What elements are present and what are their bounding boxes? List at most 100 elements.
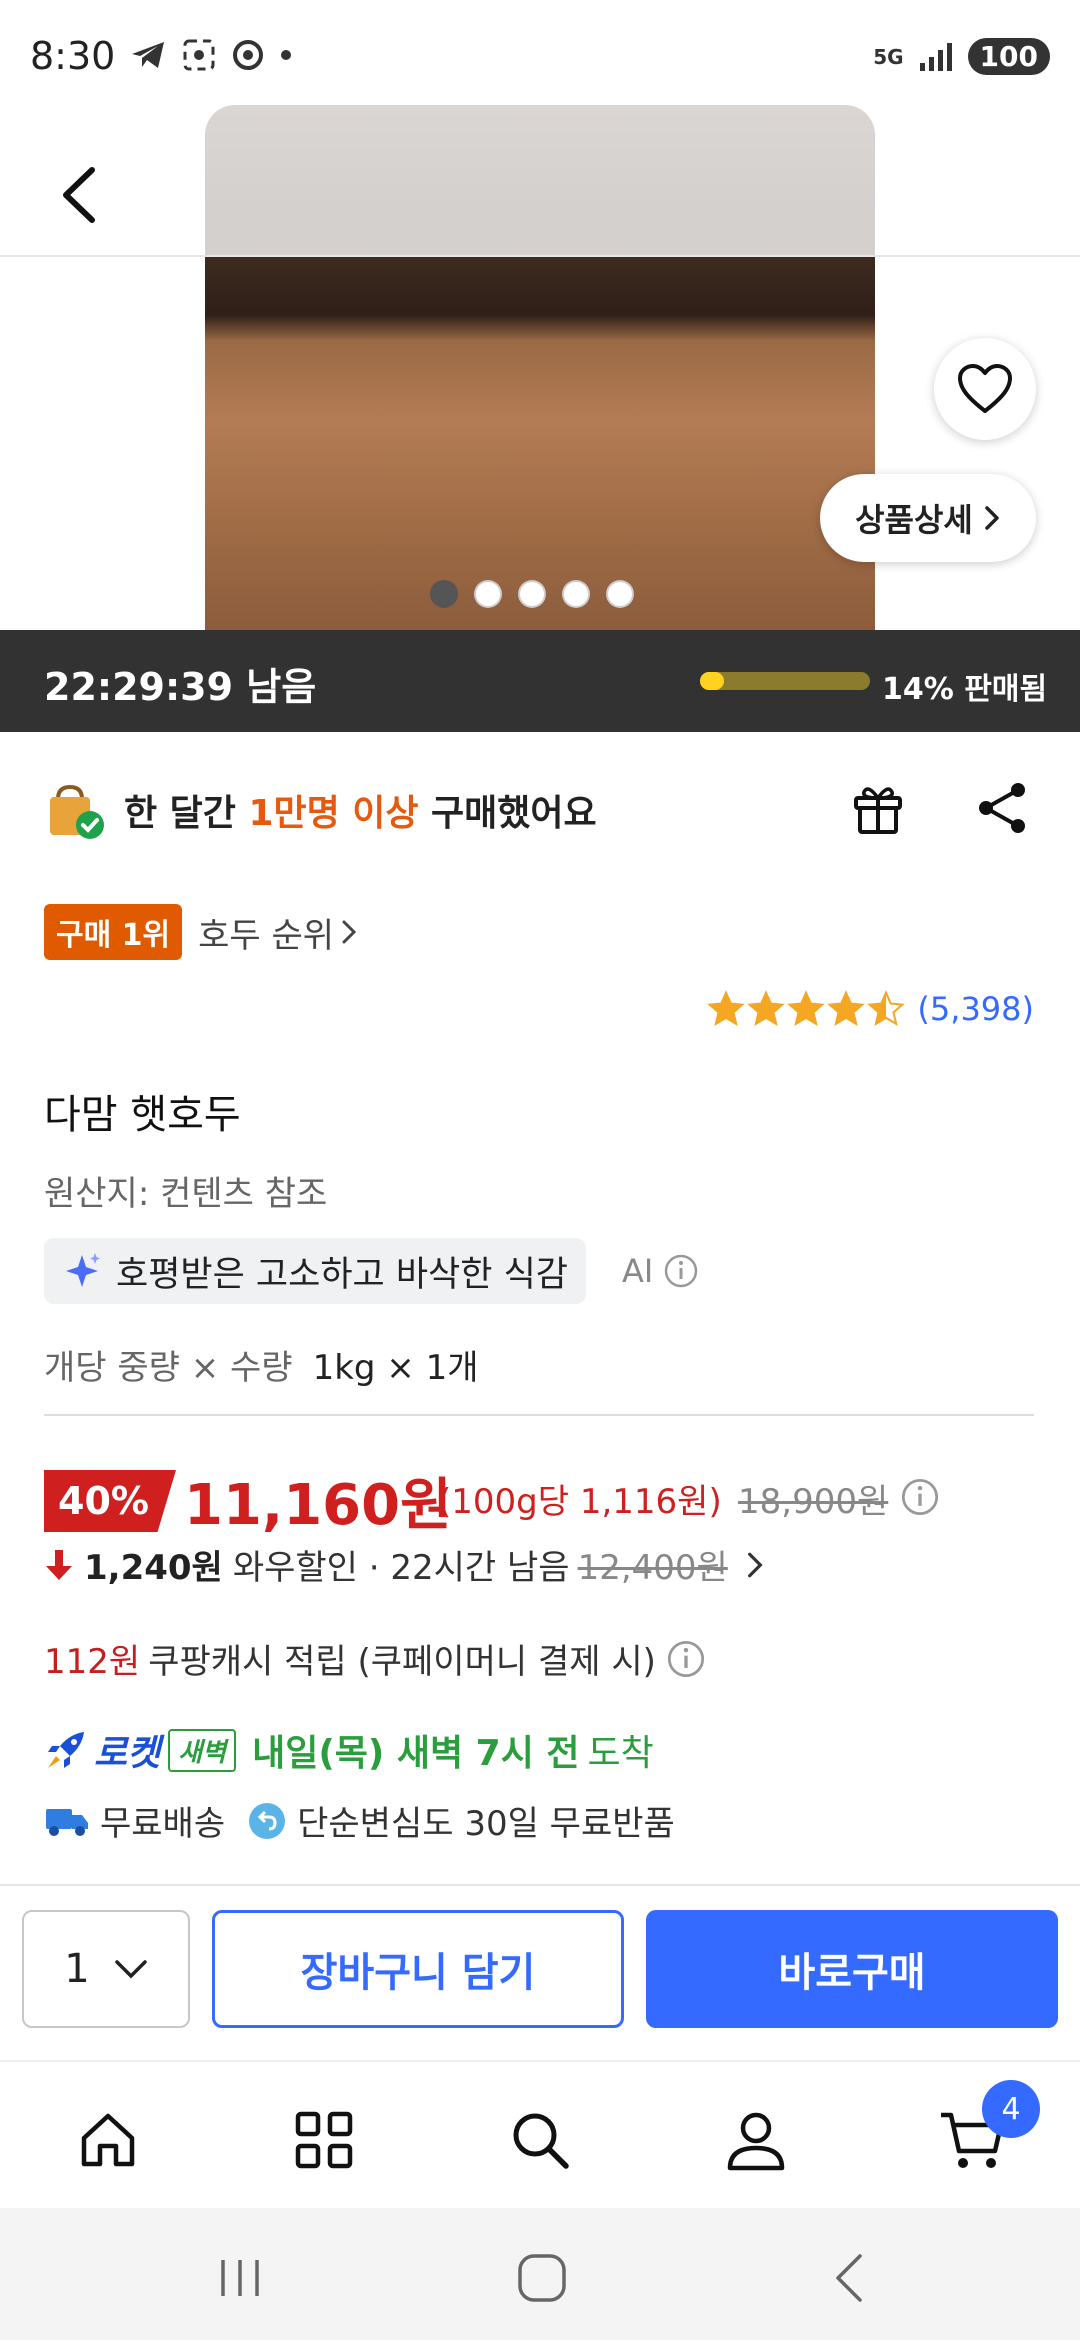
discount-badge: 40% bbox=[44, 1470, 176, 1532]
purchase-bar: 1 장바구니 담기 바로구매 bbox=[0, 1884, 1080, 2056]
buyers-highlight: 1만명 이상 bbox=[248, 793, 419, 834]
chevron-left-icon bbox=[63, 167, 95, 223]
status-bar: 8:30 5G 100 bbox=[0, 0, 1080, 120]
header-overlay bbox=[0, 105, 1080, 257]
gift-button[interactable] bbox=[848, 778, 908, 838]
back-arrow-icon bbox=[836, 2254, 862, 2302]
sale-price: 11,160원 bbox=[184, 1473, 452, 1538]
star-rating bbox=[707, 990, 906, 1028]
buy-now-button[interactable]: 바로구매 bbox=[646, 1910, 1058, 2028]
chrome-icon bbox=[233, 40, 263, 70]
grid-icon bbox=[295, 2111, 353, 2169]
rank-link-label: 호두 순위 bbox=[198, 915, 335, 956]
carousel-dot[interactable] bbox=[474, 580, 502, 608]
arrival-suffix: 도착 bbox=[587, 1733, 654, 1774]
chevron-down-icon bbox=[114, 1960, 147, 1979]
chevron-right-icon bbox=[342, 920, 357, 944]
arrival-time: 내일(목) 새벽 7시 전 bbox=[252, 1733, 580, 1774]
rocket-label: 로켓 bbox=[94, 1733, 161, 1774]
wow-discount-row[interactable]: 1,240원 와우할인 · 22시간 남음 12,400원 bbox=[44, 1540, 766, 1589]
wishlist-button[interactable] bbox=[934, 338, 1036, 440]
add-to-cart-button[interactable]: 장바구니 담기 bbox=[212, 1910, 624, 2028]
nav-home[interactable] bbox=[72, 2104, 144, 2176]
buyers-prefix: 한 달간 bbox=[124, 793, 249, 834]
network-type: 5G bbox=[873, 44, 904, 69]
star-icon bbox=[827, 990, 866, 1027]
bottom-navigation: 4 bbox=[0, 2060, 1080, 2208]
rating-row[interactable]: (5,398) bbox=[707, 990, 1034, 1028]
home-icon bbox=[81, 2113, 135, 2167]
original-price: 18,900원 bbox=[738, 1482, 889, 1522]
ai-info[interactable]: AI bbox=[622, 1252, 699, 1290]
star-icon bbox=[747, 990, 786, 1027]
recent-apps-button[interactable] bbox=[210, 2248, 270, 2308]
sold-progress-bar bbox=[700, 672, 870, 690]
rocket-delivery-row: 로켓 새벽 내일(목) 새벽 7시 전 도착 bbox=[44, 1724, 654, 1776]
wow-discount-text: 와우할인 · 22시간 남음 bbox=[232, 1548, 570, 1588]
nav-categories[interactable] bbox=[288, 2104, 360, 2176]
home-system-button[interactable] bbox=[512, 2248, 572, 2308]
product-title: 다맘 햇호두 bbox=[44, 1092, 241, 1138]
cash-reward-row: 112원 쿠팡캐시 적립 (쿠페이머니 결제 시) bbox=[44, 1634, 706, 1683]
carousel-dot[interactable] bbox=[606, 580, 634, 608]
carousel-dots bbox=[430, 580, 634, 608]
carousel-dot[interactable] bbox=[562, 580, 590, 608]
arrow-down-icon bbox=[46, 1549, 72, 1580]
cash-text: 쿠팡캐시 적립 (쿠페이머니 결제 시) bbox=[148, 1642, 656, 1682]
sold-progress-fill bbox=[700, 672, 724, 690]
option-value: 1kg × 1개 bbox=[312, 1348, 479, 1388]
nav-my-page[interactable] bbox=[720, 2104, 792, 2176]
rocket-icon bbox=[48, 1732, 84, 1768]
more-notifications-icon bbox=[281, 50, 291, 60]
rank-row: 구매 1위 호두 순위 bbox=[44, 904, 358, 960]
nav-search[interactable] bbox=[504, 2104, 576, 2176]
option-row: 개당 중량 × 수량 1kg × 1개 bbox=[44, 1340, 479, 1389]
quantity-value: 1 bbox=[64, 1946, 90, 1992]
carousel-dot[interactable] bbox=[518, 580, 546, 608]
signal-icon bbox=[919, 42, 952, 71]
heart-icon bbox=[958, 364, 1012, 413]
info-icon bbox=[901, 1478, 939, 1516]
info-icon bbox=[665, 1254, 698, 1288]
battery-level: 100 bbox=[967, 38, 1050, 75]
free-return-text: 단순변심도 30일 무료반품 bbox=[297, 1804, 675, 1844]
system-back-button[interactable] bbox=[820, 2248, 880, 2308]
sparkle-icon bbox=[66, 1253, 100, 1287]
product-detail-label: 상품상세 bbox=[855, 501, 973, 539]
share-icon bbox=[979, 783, 1025, 833]
star-icon bbox=[867, 990, 906, 1027]
ai-label: AI bbox=[622, 1252, 654, 1290]
carousel-dot[interactable] bbox=[430, 580, 458, 608]
info-icon[interactable] bbox=[666, 1639, 706, 1679]
rank-link[interactable]: 호두 순위 bbox=[198, 908, 358, 957]
shopping-bag-check-icon bbox=[50, 784, 104, 839]
home-square-icon bbox=[518, 2254, 566, 2302]
back-button[interactable] bbox=[52, 160, 112, 230]
star-icon bbox=[707, 990, 746, 1027]
truck-icon bbox=[46, 1808, 88, 1836]
wow-discount-amount: 1,240원 bbox=[84, 1548, 223, 1588]
chevron-right-icon bbox=[985, 506, 999, 530]
telegram-icon bbox=[132, 42, 164, 68]
chevron-right-icon bbox=[747, 1552, 763, 1577]
return-icon bbox=[249, 1802, 286, 1839]
status-time: 8:30 bbox=[30, 34, 116, 78]
ai-summary-text: 호평받은 고소하고 바삭한 식감 bbox=[116, 1254, 568, 1295]
divider bbox=[44, 1414, 1034, 1416]
share-button[interactable] bbox=[972, 778, 1032, 838]
search-icon bbox=[513, 2113, 569, 2169]
product-origin: 원산지: 컨텐츠 참조 bbox=[44, 1174, 328, 1214]
free-shipping-text: 무료배송 bbox=[100, 1804, 226, 1844]
option-label: 개당 중량 × 수량 bbox=[44, 1348, 293, 1388]
price-info-button[interactable] bbox=[900, 1477, 940, 1521]
deal-timer-bar: 22:29:39 남음 14% 판매됨 bbox=[0, 630, 1080, 732]
rank-badge: 구매 1위 bbox=[44, 904, 183, 960]
purchase-count-text: 한 달간 1만명 이상 구매했어요 bbox=[124, 784, 597, 836]
user-icon bbox=[727, 2112, 785, 2171]
product-detail-button[interactable]: 상품상세 bbox=[820, 474, 1036, 562]
quantity-select[interactable]: 1 bbox=[22, 1910, 190, 2028]
ai-summary-chip[interactable]: 호평받은 고소하고 바삭한 식감 bbox=[44, 1238, 586, 1304]
review-count[interactable]: (5,398) bbox=[917, 990, 1034, 1028]
system-navigation-bar bbox=[0, 2208, 1080, 2340]
wow-original-price: 12,400원 bbox=[577, 1548, 728, 1588]
